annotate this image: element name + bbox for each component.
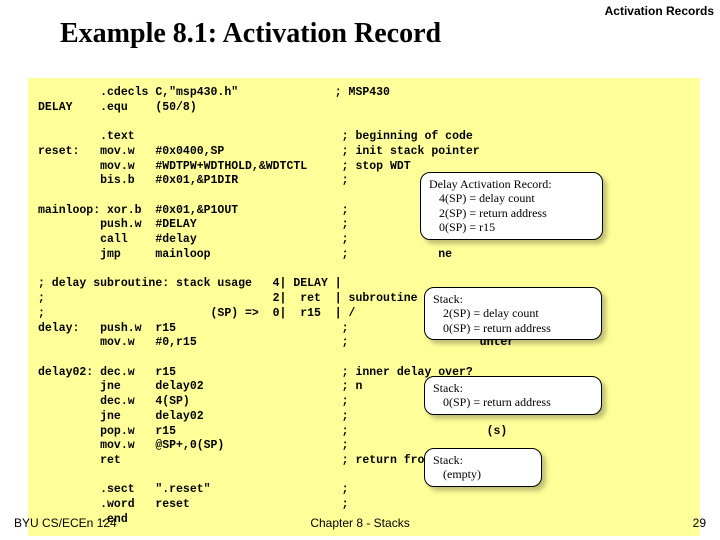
callout-line: 4(SP) = delay count	[439, 191, 594, 205]
footer-center: Chapter 8 - Stacks	[310, 516, 409, 530]
callout-line: 2(SP) = delay count	[443, 306, 593, 320]
callout-delay-activation-record: Delay Activation Record: 4(SP) = delay c…	[420, 172, 603, 240]
callout-stack-1: Stack: 0(SP) = return address	[424, 376, 602, 415]
callout-line: (empty)	[443, 467, 533, 481]
callout-line: 0(SP) = return address	[443, 321, 593, 335]
callout-line: 2(SP) = return address	[439, 206, 594, 220]
callout-title: Delay Activation Record:	[429, 177, 594, 191]
callout-line: 0(SP) = r15	[439, 220, 594, 234]
slide-title: Example 8.1: Activation Record	[60, 18, 441, 50]
footer-left: BYU CS/ECEn 124	[14, 516, 117, 530]
callout-line: 0(SP) = return address	[443, 395, 593, 409]
footer-page-number: 29	[693, 516, 706, 530]
callout-title: Stack:	[433, 453, 533, 467]
callout-stack-2: Stack: 2(SP) = delay count 0(SP) = retur…	[424, 287, 602, 340]
callout-stack-empty: Stack: (empty)	[424, 448, 542, 487]
page-header: Activation Records	[605, 4, 714, 18]
callout-title: Stack:	[433, 381, 593, 395]
callout-title: Stack:	[433, 292, 593, 306]
